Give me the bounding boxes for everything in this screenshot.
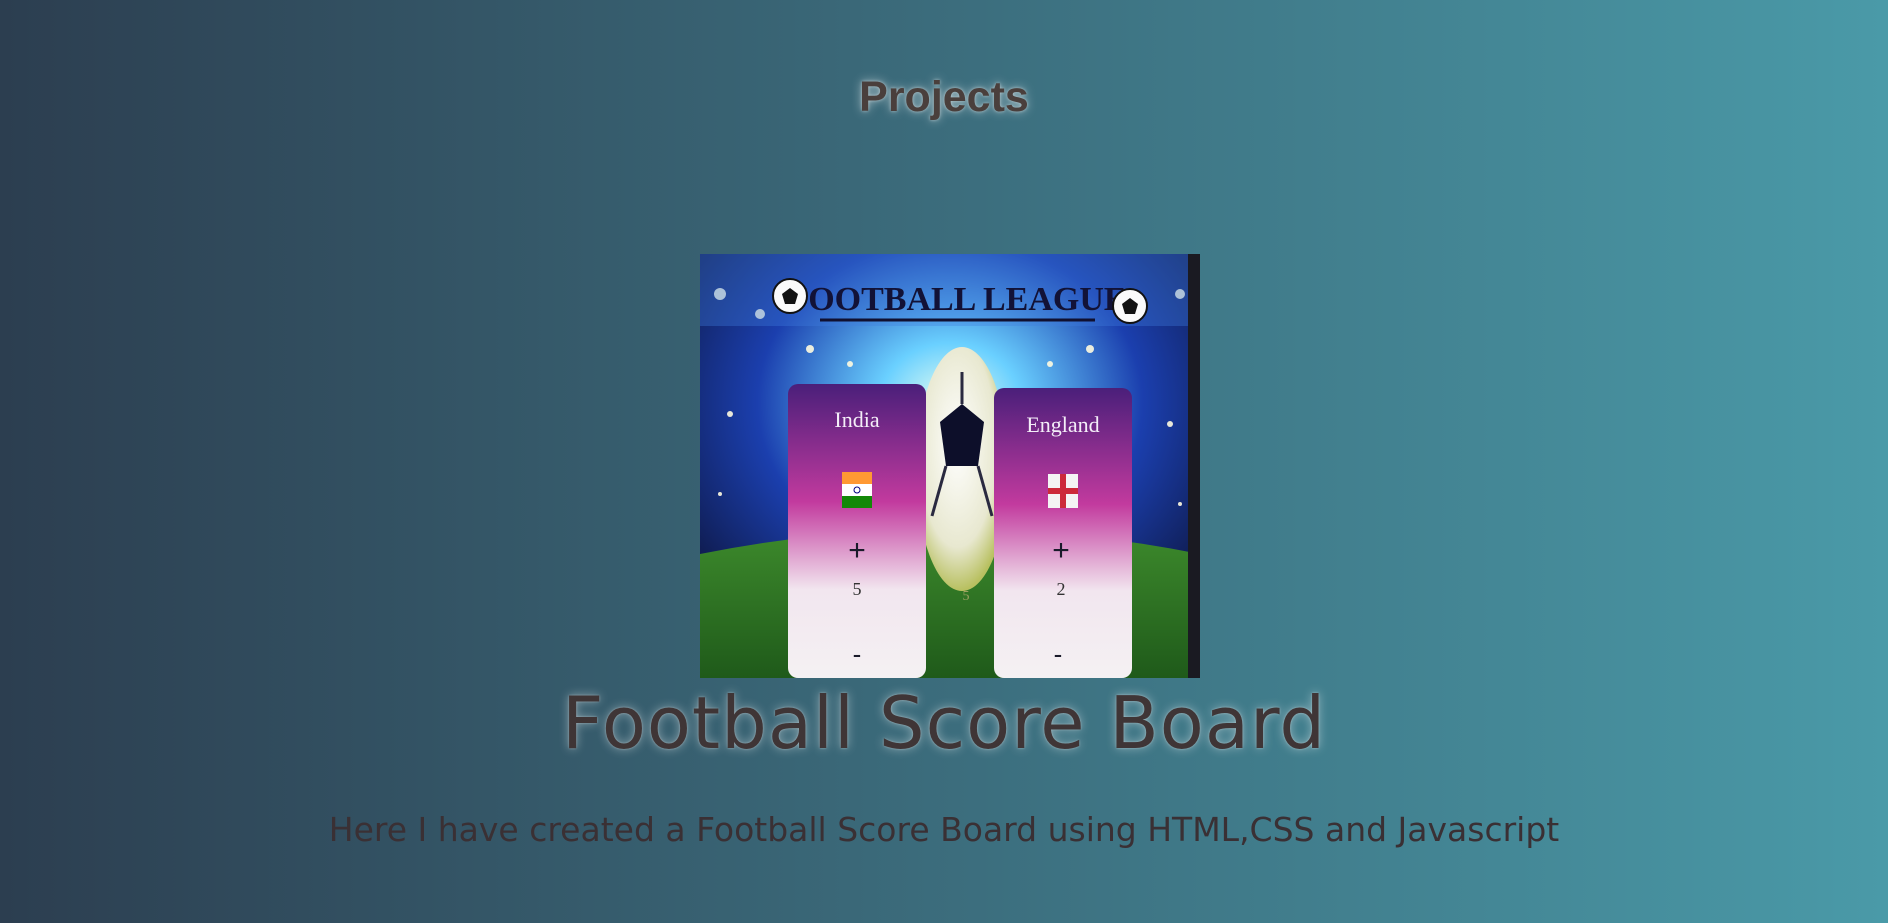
team-card-right: England + 2 - xyxy=(994,388,1132,678)
decrement-button-left: - xyxy=(853,639,862,669)
soccer-ball-icon xyxy=(772,278,808,314)
england-flag-icon xyxy=(1048,474,1078,508)
project-description: Here I have created a Football Score Boa… xyxy=(328,810,1560,849)
page-heading: Projects xyxy=(859,73,1029,121)
banner-text: FOOTBALL LEAGUE xyxy=(787,281,1126,318)
center-score: 5 xyxy=(963,589,970,604)
project-title[interactable]: Football Score Board xyxy=(0,681,1888,765)
increment-button-left: + xyxy=(848,534,866,567)
increment-button-right: + xyxy=(1052,534,1070,567)
project-screenshot[interactable]: FOOTBALL LEAGUE 5 India + 5 - England + … xyxy=(700,254,1200,678)
india-flag-icon xyxy=(842,472,872,508)
scoreboard-preview: FOOTBALL LEAGUE 5 India + 5 - England + … xyxy=(700,254,1200,678)
team-name-right: England xyxy=(1026,412,1099,437)
team-card-left: India + 5 - xyxy=(788,384,926,678)
decrement-button-right: - xyxy=(1054,639,1063,669)
soccer-ball-icon xyxy=(1112,288,1148,324)
team-score-left: 5 xyxy=(853,579,862,599)
team-score-right: 2 xyxy=(1057,579,1066,599)
team-name-left: India xyxy=(834,407,879,432)
